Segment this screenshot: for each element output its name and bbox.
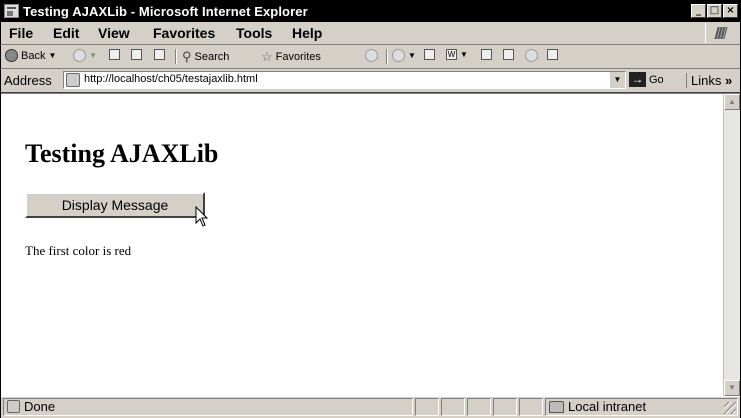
minimize-button[interactable]: _ — [691, 4, 706, 18]
maximize-button[interactable]: □ — [707, 4, 722, 18]
links-label: Links — [691, 73, 722, 88]
favorites-star-icon: ☆ — [261, 49, 273, 64]
result-message: The first color is red — [25, 243, 132, 258]
back-button[interactable]: Back ▼ — [5, 49, 56, 62]
forward-dropdown-icon: ▼ — [89, 51, 97, 60]
home-icon — [154, 49, 165, 60]
go-button[interactable]: → Go — [629, 72, 664, 87]
media-button[interactable] — [365, 49, 378, 62]
menu-tools[interactable]: Tools — [236, 25, 272, 41]
history-button[interactable]: ▼ — [392, 49, 416, 62]
address-dropdown-icon[interactable]: ▼ — [609, 72, 625, 88]
chevron-right-icon: » — [724, 73, 733, 88]
menu-view[interactable]: View — [98, 25, 130, 41]
extra-button[interactable] — [547, 49, 558, 60]
menu-file[interactable]: File — [9, 25, 33, 41]
print-icon — [503, 49, 514, 60]
edit-dropdown-icon: ▼ — [460, 50, 468, 59]
research-button[interactable] — [503, 49, 514, 60]
address-bar: Address http://localhost/ch05/testajaxli… — [1, 69, 740, 93]
page-viewport: Testing AJAXLib Display Message The firs… — [1, 93, 740, 396]
ie-page-icon — [66, 73, 80, 87]
ie-page-icon — [4, 4, 19, 18]
history-dropdown-icon: ▼ — [408, 51, 416, 60]
history-icon — [392, 49, 405, 62]
mail-button[interactable] — [424, 49, 435, 60]
links-button[interactable]: Links » — [686, 73, 732, 88]
title-bar: Testing AJAXLib - Microsoft Internet Exp… — [1, 1, 740, 22]
media-icon — [365, 49, 378, 62]
security-zone-cell: Local intranet — [545, 398, 738, 416]
forward-icon — [73, 49, 86, 62]
menu-bar: File Edit View Favorites Tools Help — [1, 22, 740, 45]
stop-button[interactable] — [109, 49, 120, 60]
search-icon: ⚲ — [182, 49, 192, 64]
window-title: Testing AJAXLib - Microsoft Internet Exp… — [23, 4, 308, 19]
cursor-icon — [195, 206, 209, 227]
search-button[interactable]: ⚲ Search — [182, 49, 229, 65]
stop-icon — [109, 49, 120, 60]
edit-icon: W — [446, 49, 457, 60]
toolbar-separator — [386, 49, 388, 64]
status-bar: Done Local intranet — [1, 396, 740, 418]
local-intranet-icon — [549, 401, 564, 413]
favorites-button[interactable]: ☆ Favorites — [261, 49, 321, 65]
status-text-cell: Done — [3, 398, 413, 416]
word-button[interactable]: W ▼ — [446, 49, 468, 60]
favorites-label: Favorites — [275, 51, 321, 63]
status-pane — [493, 398, 517, 416]
go-label: Go — [649, 73, 664, 86]
page-content: Testing AJAXLib Display Message The firs… — [1, 94, 723, 396]
status-pane — [441, 398, 465, 416]
back-label: Back — [21, 49, 46, 62]
vertical-scrollbar[interactable]: ▲ ▼ — [723, 94, 740, 396]
close-button[interactable]: × — [723, 4, 738, 18]
status-text: Done — [24, 399, 56, 414]
windows-logo-icon — [705, 23, 736, 43]
refresh-icon — [131, 49, 142, 60]
refresh-button[interactable] — [131, 49, 142, 60]
display-message-button[interactable]: Display Message — [25, 192, 205, 218]
menu-favorites[interactable]: Favorites — [153, 25, 215, 41]
extra-icon — [547, 49, 558, 60]
zone-label: Local intranet — [568, 399, 647, 414]
status-pane — [415, 398, 439, 416]
menu-edit[interactable]: Edit — [53, 25, 79, 41]
search-label: Search — [194, 51, 230, 63]
toolbar-separator — [175, 49, 177, 64]
home-button[interactable] — [154, 49, 165, 60]
status-pane — [467, 398, 491, 416]
messenger-button[interactable] — [525, 49, 538, 62]
forward-button[interactable]: ▼ — [73, 49, 97, 62]
status-pane — [519, 398, 543, 416]
back-icon — [5, 49, 18, 62]
menu-help[interactable]: Help — [292, 25, 322, 41]
discuss-icon — [481, 49, 492, 60]
back-dropdown-icon: ▼ — [48, 51, 57, 60]
mail-icon — [424, 49, 435, 60]
ie-page-icon — [7, 400, 20, 413]
window-controls: _ □ × — [691, 4, 738, 18]
messenger-icon — [525, 49, 538, 62]
standard-toolbar: Back ▼ ▼ ⚲ Search ☆ Favorites ▼ W ▼ — [1, 45, 740, 69]
scroll-down-icon[interactable]: ▼ — [724, 380, 740, 396]
scroll-up-icon[interactable]: ▲ — [724, 94, 740, 110]
page-heading: Testing AJAXLib — [25, 139, 219, 168]
address-url: http://localhost/ch05/testajaxlib.html — [84, 73, 258, 85]
go-arrow-icon: → — [629, 72, 646, 87]
address-label: Address — [4, 73, 52, 88]
resize-grip[interactable] — [724, 402, 736, 414]
discuss-button[interactable] — [481, 49, 492, 60]
address-input[interactable]: http://localhost/ch05/testajaxlib.html ▼ — [63, 71, 626, 89]
browser-window: Testing AJAXLib - Microsoft Internet Exp… — [0, 0, 741, 418]
